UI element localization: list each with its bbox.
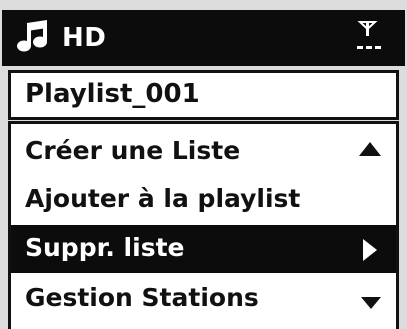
menu-item-add-to-playlist[interactable]: Ajouter à la playlist [11,176,396,224]
playlist-title-box: Playlist_001 [8,70,399,120]
menu-item-create-list[interactable]: Créer une Liste [11,128,396,176]
menu-item-label: Gestion Stations [25,283,259,312]
menu-item-manage-stations[interactable]: Gestion Stations [11,275,396,323]
triangle-right-icon [363,239,377,261]
lcd-screen: HD Playlist_001 Créer une Liste Ajouter … [0,0,407,329]
menu-item-label: Créer une Liste [25,136,241,165]
music-note-icon [17,20,47,52]
triangle-down-icon[interactable] [361,297,381,309]
source-label: HD [62,23,107,53]
status-bar: HD [2,10,405,66]
menu-item-delete-list[interactable]: Suppr. liste [11,225,396,273]
menu-list: Créer une Liste Ajouter à la playlist Su… [8,121,399,329]
triangle-up-icon[interactable] [359,142,381,156]
menu-item-label: Ajouter à la playlist [25,184,301,213]
menu-item-label: Suppr. liste [25,233,185,262]
antenna-signal-icon [357,21,381,49]
playlist-title: Playlist_001 [25,79,200,109]
